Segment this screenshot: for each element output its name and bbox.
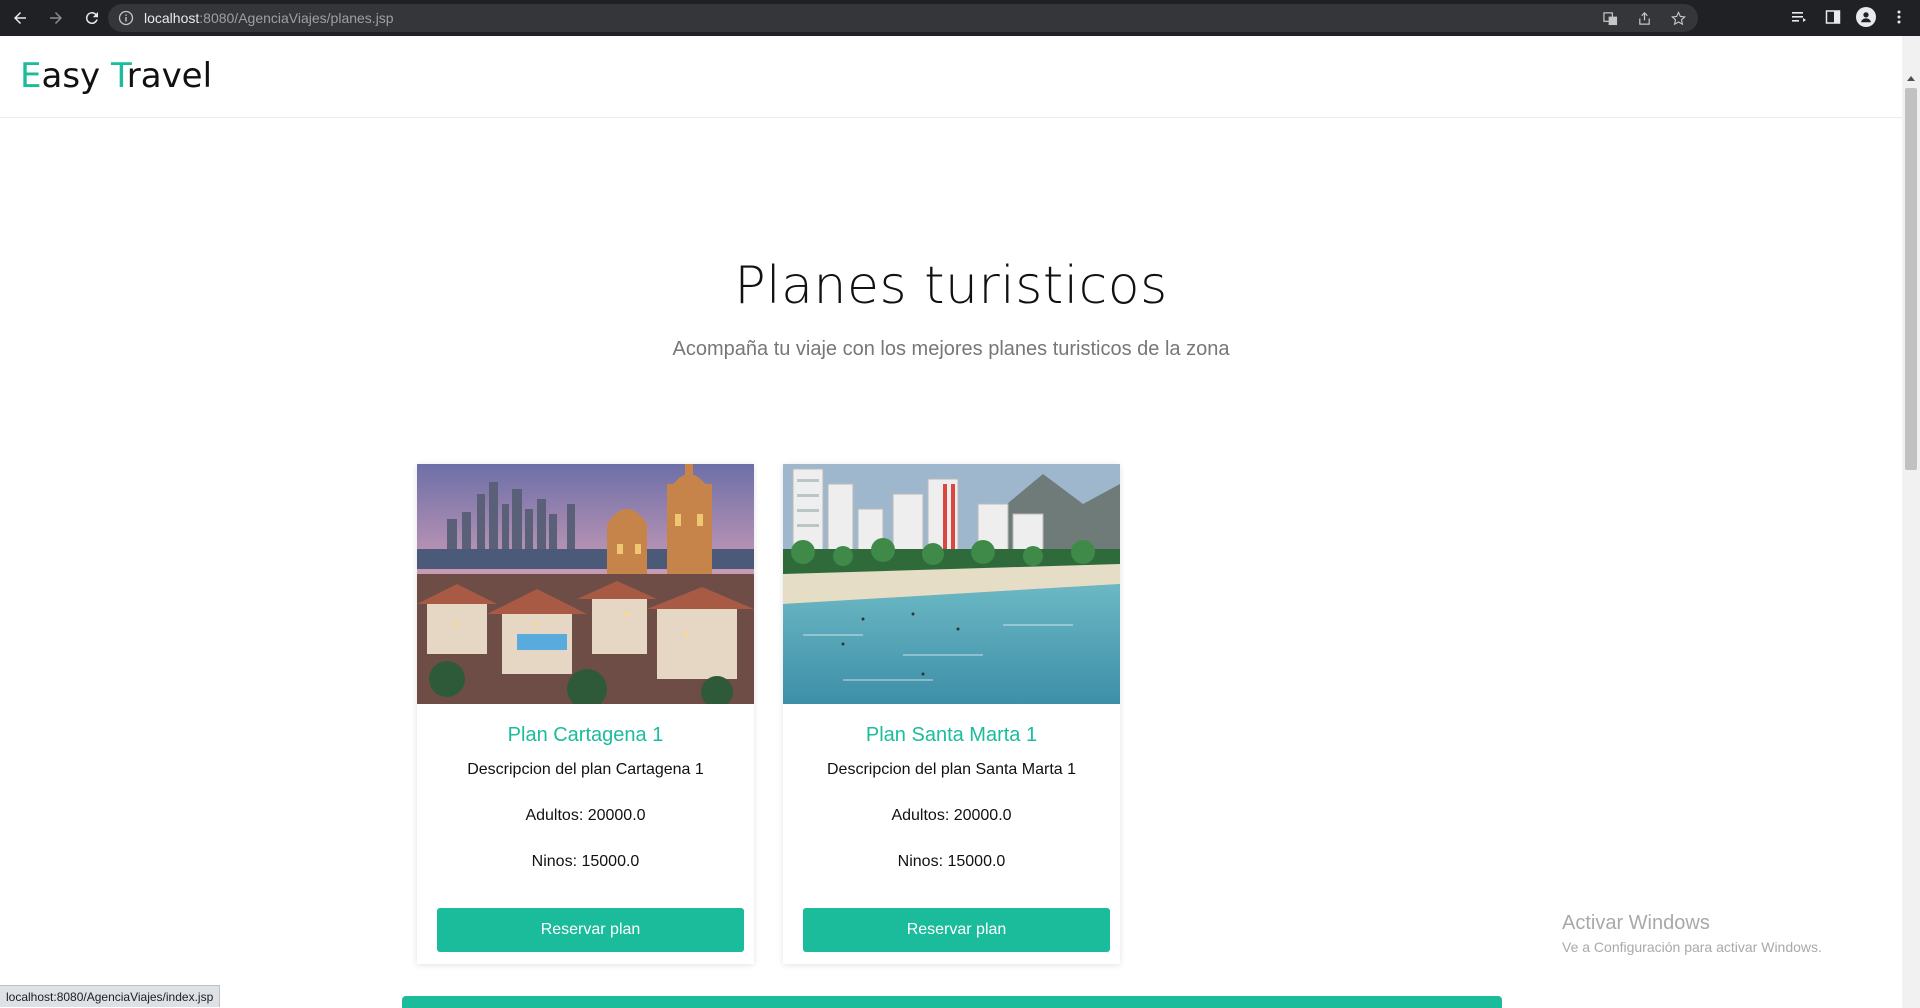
- reload-icon[interactable]: [76, 2, 108, 34]
- reserve-plan-button[interactable]: Reservar plan: [437, 908, 744, 952]
- share-icon[interactable]: [1634, 8, 1654, 28]
- plan-title: Plan Santa Marta 1: [865, 724, 1038, 746]
- next-section-bar: [402, 996, 1502, 1008]
- profile-avatar-icon[interactable]: [1856, 7, 1876, 27]
- bookmark-star-icon[interactable]: [1668, 8, 1688, 28]
- translate-icon[interactable]: [1600, 8, 1620, 28]
- url-text: localhost:8080/AgenciaViajes/planes.jsp: [144, 10, 394, 26]
- plan-card-santa-marta: Plan Santa Marta 1 Descripcion del plan …: [783, 464, 1120, 964]
- scrollbar-thumb[interactable]: [1905, 88, 1917, 470]
- plan-image-santa-marta: [783, 464, 1120, 704]
- page-scrollbar[interactable]: [1902, 36, 1920, 1008]
- plan-adult-price: Adultos: 20000.0: [891, 807, 1012, 824]
- plan-description: Descripcion del plan Santa Marta 1: [826, 761, 1077, 778]
- back-arrow-icon[interactable]: [4, 2, 36, 34]
- plan-title: Plan Cartagena 1: [507, 724, 664, 746]
- forward-arrow-icon[interactable]: [40, 2, 72, 34]
- plan-card-cartagena: Plan Cartagena 1 Descripcion del plan Ca…: [417, 464, 754, 964]
- plan-kid-price: Ninos: 15000.0: [531, 853, 640, 870]
- page-subtitle: Acompaña tu viaje con los mejores planes…: [672, 338, 1230, 360]
- site-logo[interactable]: Easy Travel: [20, 56, 212, 96]
- address-bar[interactable]: localhost:8080/AgenciaViajes/planes.jsp: [108, 4, 1698, 32]
- watermark-subtitle: Ve a Configuración para activar Windows.: [1562, 939, 1822, 955]
- reading-list-icon[interactable]: [1788, 6, 1810, 28]
- plan-description: Descripcion del plan Cartagena 1: [467, 761, 704, 778]
- side-panel-icon[interactable]: [1822, 6, 1844, 28]
- plan-kid-price: Ninos: 15000.0: [897, 853, 1006, 870]
- reserve-plan-button[interactable]: Reservar plan: [803, 908, 1110, 952]
- plan-adult-price: Adultos: 20000.0: [525, 807, 646, 824]
- scroll-up-arrow-icon[interactable]: [1907, 76, 1915, 81]
- more-menu-icon[interactable]: [1888, 6, 1910, 28]
- browser-toolbar: localhost:8080/AgenciaViajes/planes.jsp: [0, 0, 1920, 36]
- plan-image-cartagena: [417, 464, 754, 704]
- watermark-title: Activar Windows: [1562, 912, 1710, 934]
- site-info-icon[interactable]: [118, 10, 134, 26]
- site-header: Easy Travel: [0, 36, 1902, 118]
- windows-activation-watermark: Activar Windows Ve a Configuración para …: [1562, 912, 1822, 955]
- page-title: Planes turisticos: [734, 256, 1168, 316]
- link-status-bar: localhost:8080/AgenciaViajes/index.jsp: [0, 985, 221, 1007]
